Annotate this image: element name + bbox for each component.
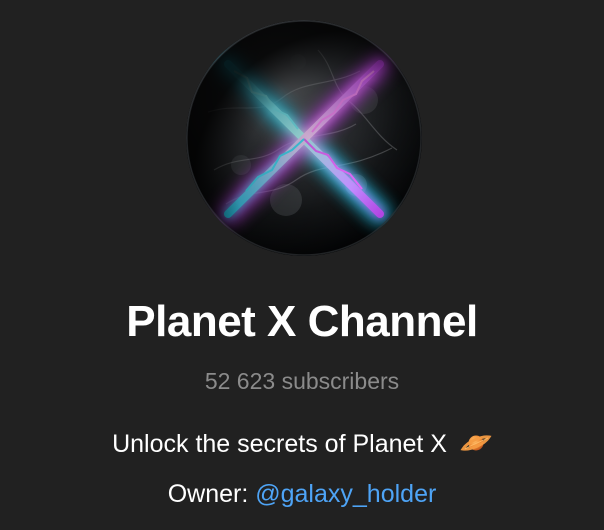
- channel-title: Planet X Channel: [126, 297, 478, 346]
- owner-handle-link[interactable]: @galaxy_holder: [255, 480, 436, 508]
- owner-label: Owner:: [167, 480, 249, 508]
- channel-avatar[interactable]: [186, 20, 422, 256]
- ringed-planet-icon: [460, 431, 492, 455]
- subscriber-count: 52 623 subscribers: [204, 368, 400, 394]
- owner-line: Owner: @galaxy_holder: [0, 476, 604, 512]
- planet-x-avatar-icon: [186, 20, 422, 256]
- channel-description: Unlock the secrets of Planet X: [0, 426, 604, 462]
- channel-profile: Planet X Channel 52 623 subscribers Unlo…: [0, 0, 604, 530]
- channel-description-text: Unlock the secrets of Planet X: [112, 430, 447, 458]
